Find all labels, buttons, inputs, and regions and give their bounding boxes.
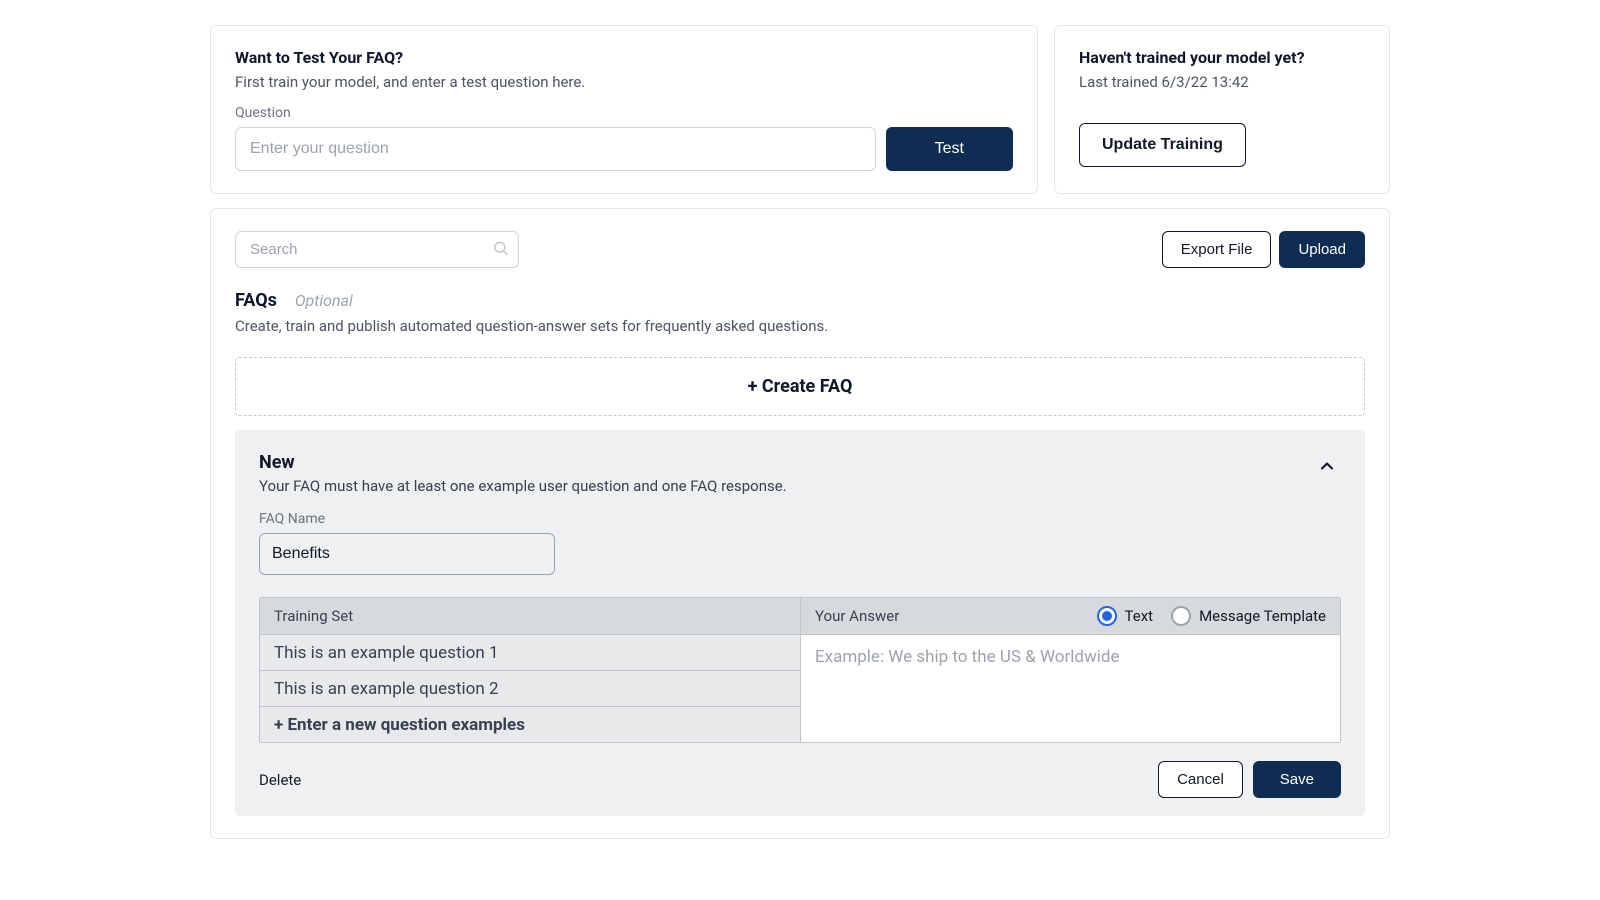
train-card-subtitle: Last trained 6/3/22 13:42 — [1079, 73, 1365, 91]
faqs-optional-label: Optional — [295, 291, 353, 310]
radio-selected-icon — [1097, 606, 1117, 626]
export-file-button[interactable]: Export File — [1162, 231, 1272, 268]
upload-button[interactable]: Upload — [1279, 231, 1365, 268]
delete-faq-button[interactable]: Delete — [259, 771, 301, 789]
radio-template-label: Message Template — [1199, 607, 1326, 625]
test-card-title: Want to Test Your FAQ? — [235, 48, 1013, 67]
train-model-card: Haven't trained your model yet? Last tra… — [1054, 25, 1390, 194]
answer-textarea[interactable]: Example: We ship to the US & Worldwide — [800, 635, 1341, 743]
collapse-panel-button[interactable] — [1313, 452, 1341, 484]
answer-type-text-radio[interactable]: Text — [1097, 606, 1154, 626]
train-card-title: Haven't trained your model yet? — [1079, 48, 1365, 67]
your-answer-header: Your Answer — [815, 607, 899, 625]
search-icon — [492, 239, 509, 260]
test-faq-card: Want to Test Your FAQ? First train your … — [210, 25, 1038, 194]
update-training-button[interactable]: Update Training — [1079, 123, 1246, 167]
test-card-subtitle: First train your model, and enter a test… — [235, 73, 1013, 91]
answer-type-template-radio[interactable]: Message Template — [1171, 606, 1326, 626]
question-field-label: Question — [235, 105, 1013, 121]
faq-name-input[interactable] — [259, 533, 555, 575]
faqs-section-title: FAQs — [235, 290, 277, 311]
training-set-header: Training Set — [259, 597, 800, 635]
radio-unselected-icon — [1171, 606, 1191, 626]
training-question-row[interactable]: This is an example question 2 — [259, 671, 800, 707]
search-input[interactable] — [235, 231, 519, 268]
chevron-up-icon — [1317, 462, 1337, 480]
faq-name-label: FAQ Name — [259, 511, 1341, 527]
training-question-row[interactable]: This is an example question 1 — [259, 635, 800, 671]
faqs-main-card: Export File Upload FAQs Optional Create,… — [210, 208, 1390, 839]
faqs-section-description: Create, train and publish automated ques… — [235, 317, 1365, 335]
cancel-button[interactable]: Cancel — [1158, 761, 1243, 798]
test-button[interactable]: Test — [886, 127, 1013, 171]
save-button[interactable]: Save — [1253, 761, 1341, 798]
question-input[interactable] — [235, 127, 876, 171]
faq-panel-title: New — [259, 452, 787, 473]
create-faq-button[interactable]: + Create FAQ — [235, 357, 1365, 416]
radio-text-label: Text — [1125, 607, 1154, 625]
faq-panel-subtitle: Your FAQ must have at least one example … — [259, 477, 787, 495]
add-question-button[interactable]: + Enter a new question examples — [259, 707, 800, 743]
faq-edit-panel: New Your FAQ must have at least one exam… — [235, 430, 1365, 816]
